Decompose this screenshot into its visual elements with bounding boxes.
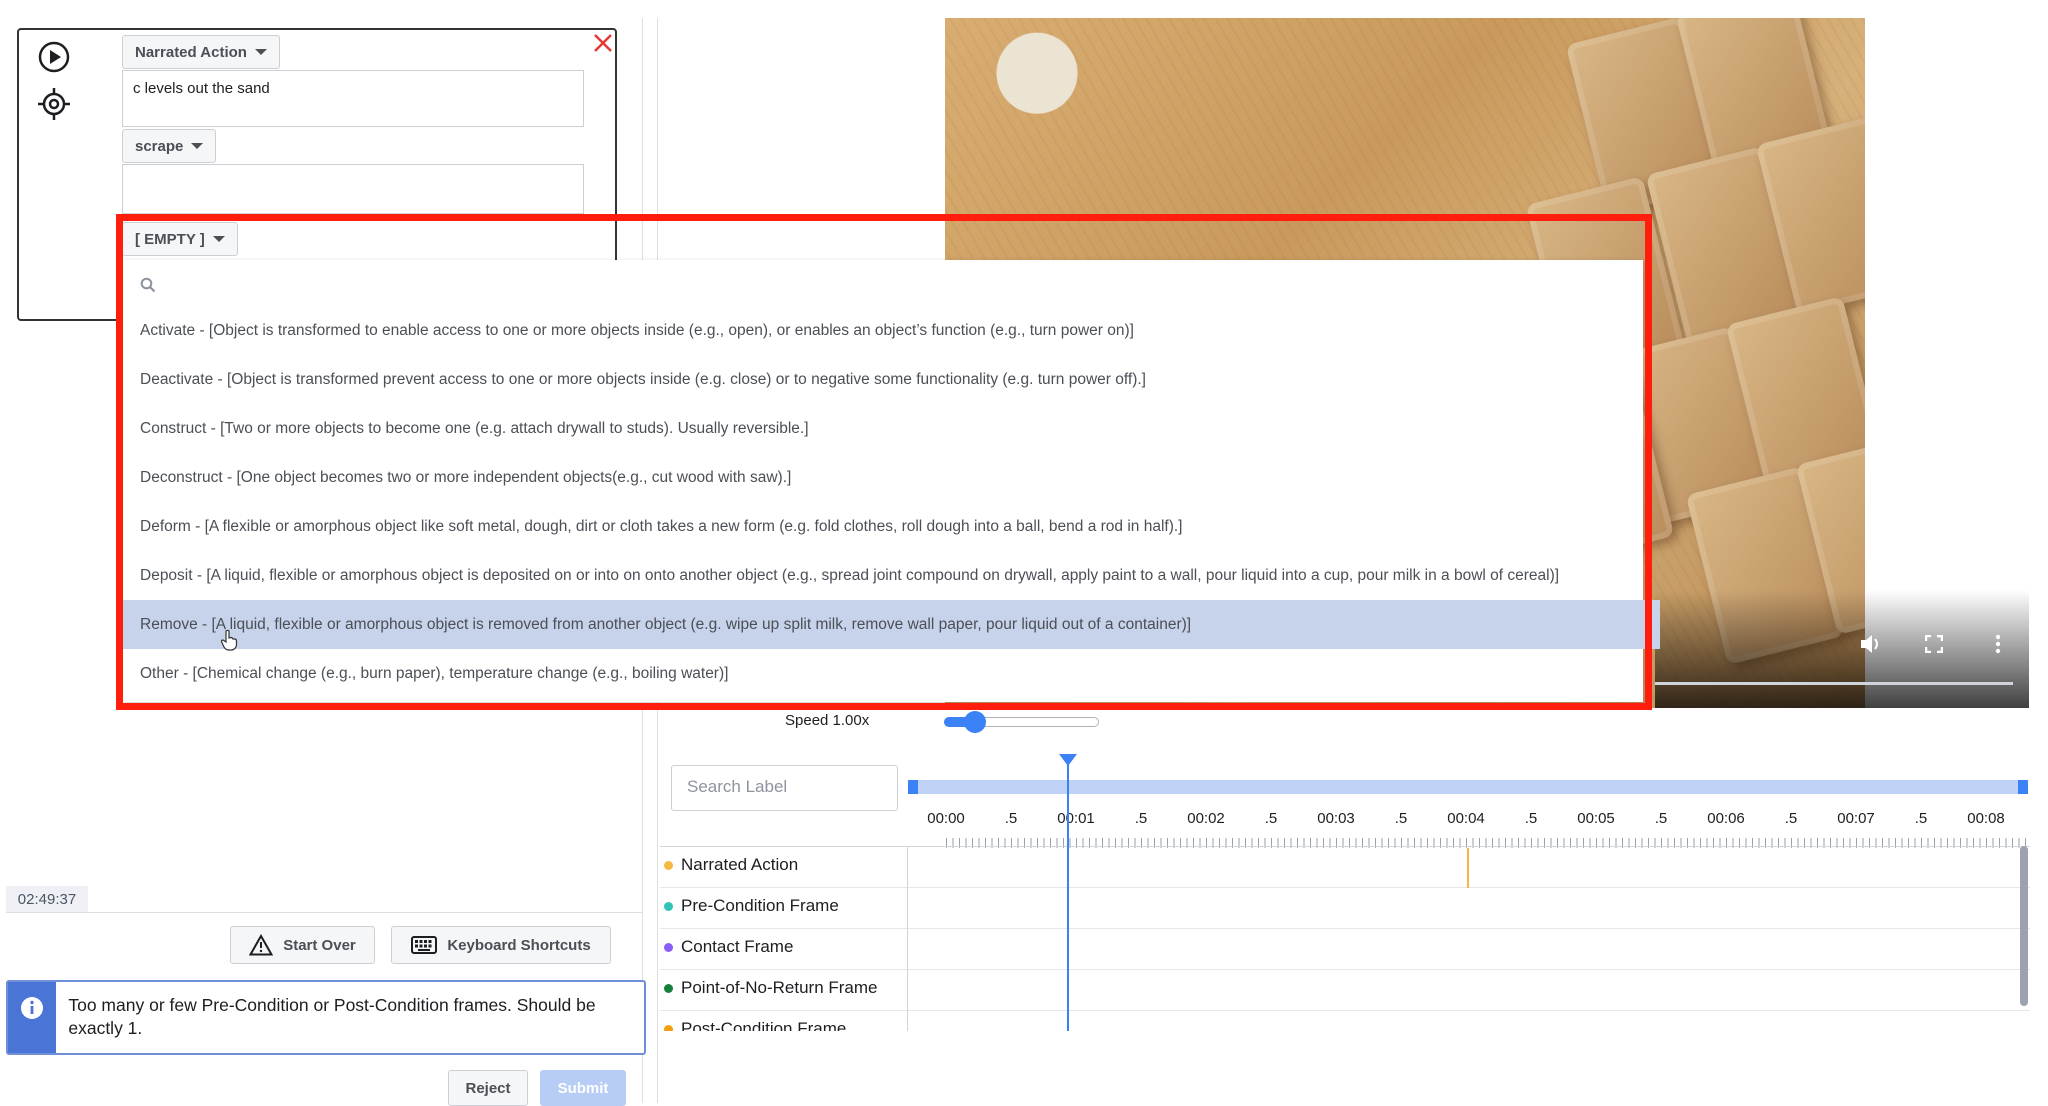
track-point-of-no-return-frame[interactable]: Point-of-No-Return Frame [664,978,878,998]
ruler-tick-label: 00:02 [1187,810,1225,827]
narrated-action-marker[interactable] [1467,848,1469,888]
ruler-tick-label: .5 [1004,810,1018,827]
track-label-column: Narrated Action Pre-Condition Frame Cont… [0,0,907,1031]
video-progress-bar[interactable] [1655,682,2013,685]
ruler-tick-label: .5 [1264,810,1278,827]
label-column-divider [907,846,908,1031]
ruler-tick-label: .5 [1914,810,1928,827]
submit-button[interactable]: Submit [540,1070,626,1106]
reject-button[interactable]: Reject [448,1070,528,1106]
ruler-tick-label: 00:06 [1707,810,1745,827]
speed-slider-handle[interactable] [964,711,986,733]
fullscreen-icon[interactable] [1925,635,1943,653]
track-color-dot [664,901,673,911]
ruler-tick-label: 00:03 [1317,810,1355,827]
playhead[interactable] [1067,760,1069,1031]
ruler-tick-label: .5 [1654,810,1668,827]
volume-icon[interactable] [1859,633,1883,655]
ruler-tick-label: 00:07 [1837,810,1875,827]
track-narrated-action[interactable]: Narrated Action [664,855,798,875]
track-color-dot [664,1024,673,1031]
ruler-tick-label: 00:00 [927,810,965,827]
ruler-tick-label: 00:04 [1447,810,1485,827]
range-start-handle[interactable] [908,780,918,794]
track-color-dot [664,942,673,952]
ruler-tick-label: .5 [1784,810,1798,827]
track-name: Narrated Action [681,855,799,874]
track-name: Post-Condition Frame [681,1019,847,1031]
track-name: Contact Frame [681,937,794,956]
timeline-range-bar[interactable] [908,780,2028,794]
track-pre-condition-frame[interactable]: Pre-Condition Frame [664,896,839,916]
ruler-tick-label: 00:01 [1057,810,1095,827]
track-name: Point-of-No-Return Frame [681,978,878,997]
track-post-condition-frame[interactable]: Post-Condition Frame [664,1019,846,1031]
track-name: Pre-Condition Frame [681,896,839,915]
timeline-scrollbar[interactable] [2020,846,2028,1006]
ruler-tick-label: .5 [1524,810,1538,827]
track-color-dot [664,860,673,870]
ruler-tick-label: 00:05 [1577,810,1615,827]
ruler-tick-label: .5 [1134,810,1148,827]
video-controls [1655,590,2029,708]
range-end-handle[interactable] [2018,780,2028,794]
track-color-dot [664,983,673,993]
ruler-tick-label: .5 [1394,810,1408,827]
ruler-tick-label: 00:08 [1967,810,2005,827]
more-options-icon[interactable] [1995,634,2001,654]
track-contact-frame[interactable]: Contact Frame [664,937,793,957]
